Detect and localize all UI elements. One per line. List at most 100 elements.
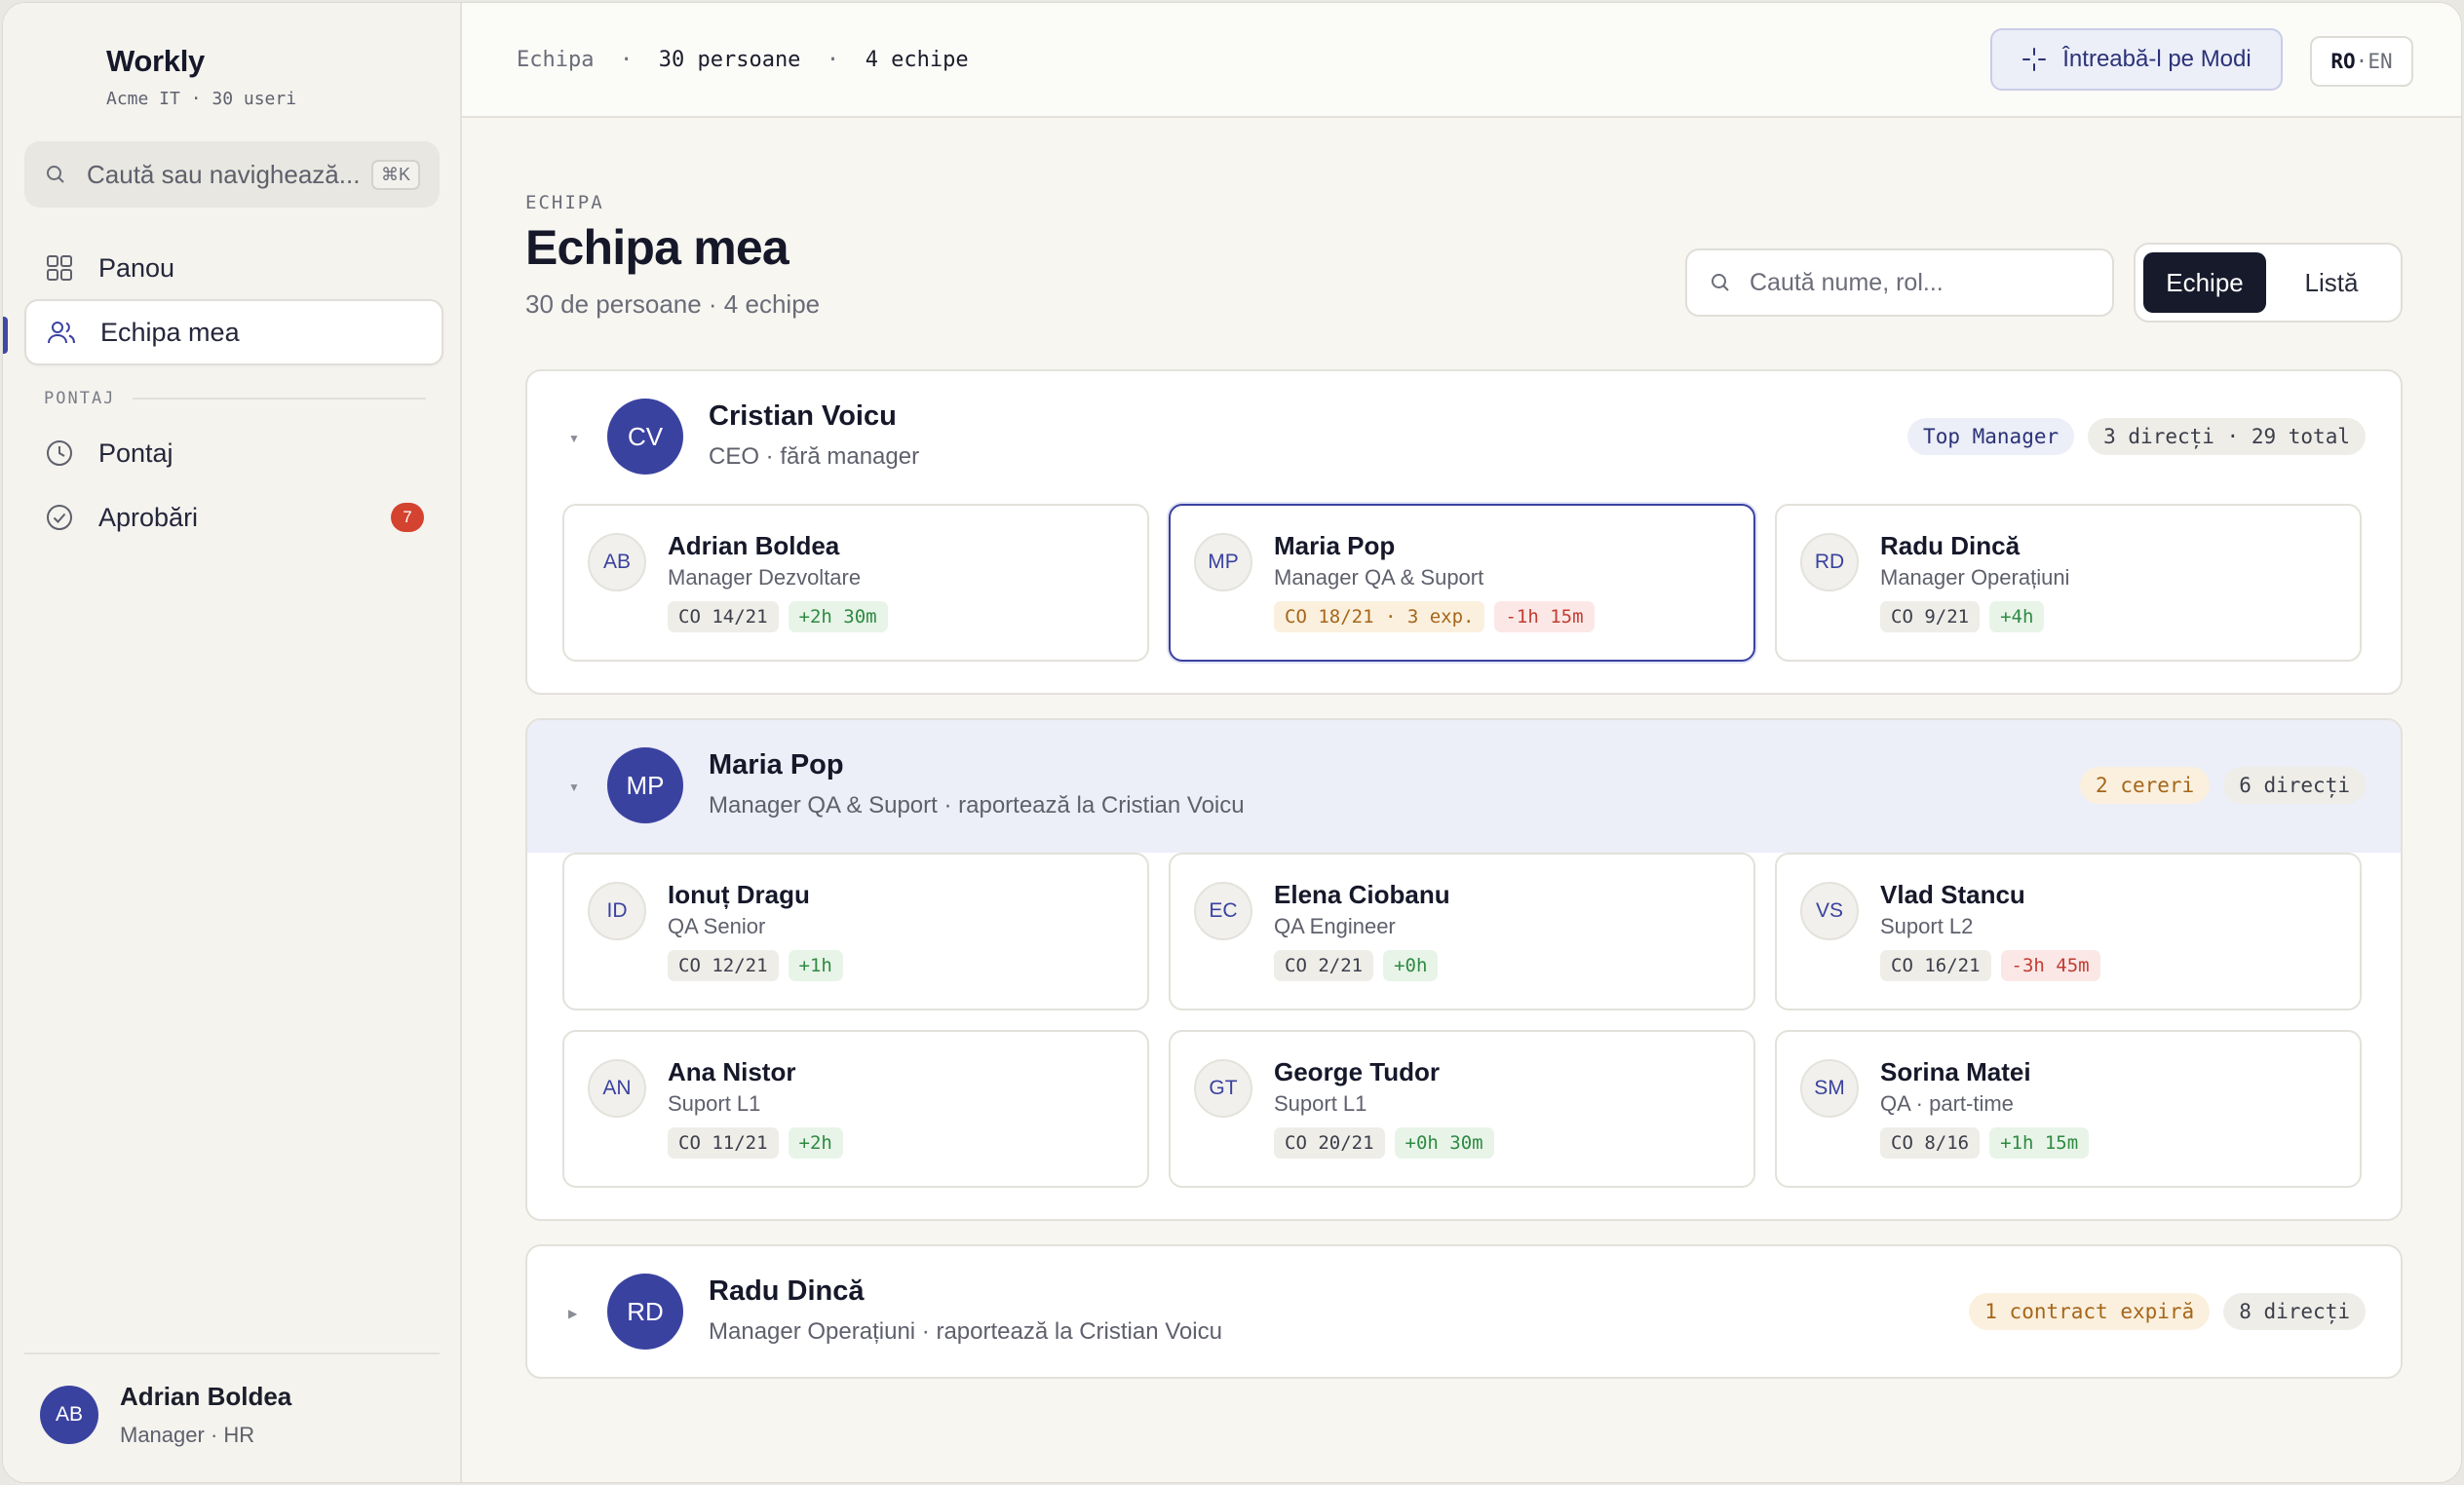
sidebar-item-pontaj[interactable]: Pontaj: [24, 420, 443, 486]
team-tags: 1 contract expiră 8 direcți: [1969, 1293, 2366, 1330]
section-label-pontaj: PONTAJ: [44, 389, 426, 408]
avatar: EC: [1194, 882, 1252, 940]
avatar: MP: [1194, 533, 1252, 591]
team-manager-subtitle: Manager Operațiuni · raportează la Crist…: [709, 1318, 1222, 1345]
page-kicker: ECHIPA: [525, 192, 604, 213]
brand: Workly Acme IT · 30 useri: [106, 44, 296, 109]
team-search-input[interactable]: Caută nume, rol...: [1685, 248, 2114, 317]
team-header[interactable]: ▶ RD Radu Dincă Manager Operațiuni · rap…: [527, 1246, 2401, 1377]
team-section: ▼ CV Cristian Voicu CEO · fără manager T…: [525, 369, 2403, 695]
member-card[interactable]: EC Elena Ciobanu QA Engineer CO 2/21 +0h: [1169, 853, 1755, 1010]
member-name: Adrian Boldea: [668, 531, 840, 560]
avatar: SM: [1800, 1059, 1859, 1118]
team-tags: 2 cereri 6 direcți: [2080, 767, 2366, 804]
breadcrumb: Echipa · 30 persoane · 4 echipe: [517, 48, 969, 72]
member-name: Maria Pop: [1274, 531, 1396, 560]
language-switcher[interactable]: RO · EN: [2310, 36, 2413, 87]
user-name: Adrian Boldea: [120, 1382, 292, 1411]
member-card[interactable]: AB Adrian Boldea Manager Dezvoltare CO 1…: [562, 504, 1149, 662]
lang-ro[interactable]: RO: [2330, 50, 2355, 73]
member-grid: ID Ionuț Dragu QA Senior CO 12/21 +1h EC…: [527, 853, 2401, 1219]
member-name: Ionuț Dragu: [668, 880, 810, 909]
lang-en[interactable]: EN: [2368, 50, 2392, 73]
balance-chip: +2h 30m: [788, 601, 888, 632]
check-circle-icon: [44, 502, 75, 533]
leave-chip: CO 20/21: [1274, 1127, 1385, 1159]
brand-subtitle: Acme IT · 30 useri: [106, 89, 297, 109]
member-grid: AB Adrian Boldea Manager Dezvoltare CO 1…: [527, 504, 2401, 693]
search-icon: [47, 166, 64, 183]
member-role: Manager Dezvoltare: [668, 565, 862, 590]
app-window: Workly Acme IT · 30 useri Caută sau navi…: [2, 2, 2462, 1483]
team-header[interactable]: ▼ MP Maria Pop Manager QA & Suport · rap…: [527, 720, 2401, 853]
team-search-placeholder: Caută nume, rol...: [1750, 268, 1944, 296]
team-manager-subtitle: CEO · fără manager: [709, 443, 920, 470]
member-card[interactable]: SM Sorina Matei QA · part-time CO 8/16 +…: [1775, 1030, 2362, 1188]
team-header[interactable]: ▼ CV Cristian Voicu CEO · fără manager T…: [527, 371, 2401, 504]
avatar: AB: [40, 1386, 98, 1444]
avatar: AN: [588, 1059, 646, 1118]
member-card[interactable]: AN Ana Nistor Suport L1 CO 11/21 +2h: [562, 1030, 1149, 1188]
view-teams-button[interactable]: Echipe: [2143, 252, 2266, 313]
status-badge: 1 contract expiră: [1969, 1293, 2211, 1330]
member-name: George Tudor: [1274, 1057, 1440, 1086]
member-name: Vlad Stancu: [1880, 880, 2025, 909]
member-name: Sorina Matei: [1880, 1057, 2031, 1086]
avatar: RD: [1800, 533, 1859, 591]
member-card[interactable]: ID Ionuț Dragu QA Senior CO 12/21 +1h: [562, 853, 1149, 1010]
sidebar: Workly Acme IT · 30 useri Caută sau navi…: [3, 3, 462, 1482]
global-search-placeholder: Caută sau navighează...: [87, 159, 361, 189]
sidebar-item-panou[interactable]: Panou: [24, 235, 443, 301]
team-manager-name: Cristian Voicu: [709, 400, 897, 432]
team-manager-name: Radu Dincă: [709, 1276, 865, 1307]
balance-chip: +2h: [788, 1127, 843, 1159]
chevron-down-icon[interactable]: ▼: [568, 781, 580, 794]
member-role: QA · part-time: [1880, 1091, 2014, 1116]
page-title: Echipa mea: [525, 220, 789, 275]
member-role: QA Senior: [668, 914, 766, 938]
ask-modi-button[interactable]: Întreabă-l pe Modi: [1990, 28, 2283, 91]
member-card[interactable]: RD Radu Dincă Manager Operațiuni CO 9/21…: [1775, 504, 2362, 662]
topbar: Echipa · 30 persoane · 4 echipe Întreabă…: [462, 3, 2461, 118]
team-section: ▼ MP Maria Pop Manager QA & Suport · rap…: [525, 718, 2403, 1221]
member-role: Manager QA & Suport: [1274, 565, 1484, 590]
sidebar-item-label: Panou: [98, 252, 175, 283]
member-role: Suport L2: [1880, 914, 1974, 938]
balance-chip: +4h: [1989, 601, 2045, 632]
brand-name: Workly: [106, 44, 205, 78]
leave-chip: CO 9/21: [1880, 601, 1981, 632]
leave-chip: CO 2/21: [1274, 950, 1374, 981]
leave-chip: CO 16/21: [1880, 950, 1991, 981]
global-search-input[interactable]: Caută sau navighează... ⌘K: [24, 141, 440, 208]
current-user[interactable]: AB Adrian Boldea Manager · HR: [24, 1352, 440, 1482]
sparkle-icon: [2022, 48, 2047, 71]
chevron-down-icon[interactable]: ▼: [568, 432, 580, 445]
leave-chip: CO 8/16: [1880, 1127, 1981, 1159]
sidebar-item-label: Aprobări: [98, 502, 199, 532]
ask-modi-label: Întreabă-l pe Modi: [2062, 46, 2252, 72]
member-card[interactable]: VS Vlad Stancu Suport L2 CO 16/21 -3h 45…: [1775, 853, 2362, 1010]
leave-chip: CO 18/21 · 3 exp.: [1274, 601, 1485, 632]
balance-chip: +1h 15m: [1989, 1127, 2090, 1159]
balance-chip: +1h: [788, 950, 843, 981]
avatar: AB: [588, 533, 646, 591]
member-card-selected[interactable]: MP Maria Pop Manager QA & Suport CO 18/2…: [1169, 504, 1755, 662]
sidebar-item-echipa-mea[interactable]: Echipa mea: [24, 299, 443, 365]
view-list-button[interactable]: Listă: [2270, 252, 2393, 313]
leave-chip: CO 14/21: [668, 601, 779, 632]
member-card[interactable]: GT George Tudor Suport L1 CO 20/21 +0h 3…: [1169, 1030, 1755, 1188]
team-manager-subtitle: Manager QA & Suport · raportează la Cris…: [709, 792, 1245, 819]
status-badge: Top Manager: [1907, 418, 2075, 455]
approvals-count-badge: 7: [391, 503, 424, 532]
chevron-right-icon[interactable]: ▶: [568, 1307, 577, 1320]
leave-chip: CO 11/21: [668, 1127, 779, 1159]
status-badge: 8 direcți: [2223, 1293, 2366, 1330]
status-badge: 6 direcți: [2223, 767, 2366, 804]
user-role: Manager · HR: [120, 1423, 255, 1447]
team-manager-name: Maria Pop: [709, 749, 844, 781]
balance-chip: -3h 45m: [2000, 950, 2100, 981]
team-tags: Top Manager 3 direcți · 29 total: [1907, 418, 2366, 455]
sidebar-item-label: Echipa mea: [100, 317, 240, 347]
sidebar-item-aprobari[interactable]: Aprobări 7: [24, 484, 443, 551]
member-role: Suport L1: [668, 1091, 761, 1116]
